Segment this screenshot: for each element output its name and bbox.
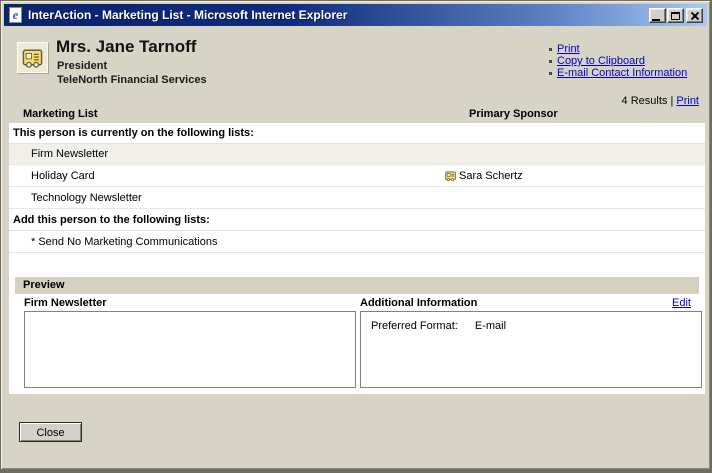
- primary-sponsor-name: Sara Schertz: [459, 170, 523, 182]
- contact-job-title: President: [57, 60, 108, 72]
- close-button[interactable]: Close: [19, 422, 82, 442]
- list-row-firm-newsletter[interactable]: Firm Newsletter: [9, 144, 705, 165]
- section-header-current-lists: This person is currently on the followin…: [9, 123, 705, 144]
- preview-content-box: [24, 311, 356, 388]
- ie-icon: e: [8, 7, 24, 23]
- edit-link[interactable]: Edit: [672, 297, 691, 309]
- marketing-list-name: Firm Newsletter: [31, 148, 109, 160]
- contact-company: TeleNorth Financial Services: [57, 74, 207, 86]
- results-count: 4 Results: [621, 95, 668, 107]
- quick-link-row: Print: [549, 43, 687, 55]
- marketing-list-name: Technology Newsletter: [31, 192, 142, 204]
- quick-link-row: E-mail Contact Information: [549, 67, 687, 79]
- contact-name: Mrs. Jane Tarnoff: [56, 37, 197, 56]
- preferred-format-value: E-mail: [474, 320, 507, 332]
- minimize-icon: [651, 18, 660, 21]
- bullet-icon: [549, 59, 552, 63]
- preferred-format-label: Preferred Format:: [371, 320, 458, 332]
- marketing-list-name: * Send No Marketing Communications: [31, 236, 218, 248]
- marketing-list-panel: This person is currently on the followin…: [9, 123, 705, 394]
- copy-to-clipboard-link[interactable]: Copy to Clipboard: [557, 55, 645, 67]
- close-icon: [690, 11, 699, 20]
- ie-window: e InterAction - Marketing List - Microso…: [0, 0, 712, 473]
- email-contact-information-link[interactable]: E-mail Contact Information: [557, 67, 687, 79]
- quick-link-row: Copy to Clipboard: [549, 55, 687, 67]
- additional-information-box: Preferred Format: E-mail: [360, 311, 702, 388]
- list-row-technology-newsletter[interactable]: Technology Newsletter: [9, 188, 705, 209]
- minimize-button[interactable]: [649, 8, 666, 23]
- window-titlebar[interactable]: e InterAction - Marketing List - Microso…: [4, 4, 707, 26]
- contact-card-icon: [444, 169, 457, 183]
- maximize-icon: [671, 11, 680, 20]
- window-title: InterAction - Marketing List - Microsoft…: [28, 8, 348, 22]
- preview-title: Preview: [23, 279, 65, 291]
- results-separator: |: [670, 95, 674, 107]
- marketing-list-name: Holiday Card: [31, 170, 95, 182]
- print-link[interactable]: Print: [557, 43, 580, 55]
- list-row-holiday-card[interactable]: Holiday Card Sara Schertz: [9, 166, 705, 187]
- contact-card-icon: [17, 42, 48, 73]
- list-row-send-no-marketing[interactable]: * Send No Marketing Communications: [9, 232, 705, 253]
- preview-left-label: Firm Newsletter: [24, 297, 107, 309]
- additional-information-label: Additional Information: [360, 297, 478, 309]
- maximize-button[interactable]: [667, 8, 684, 23]
- primary-sponsor-cell: Sara Schertz: [444, 169, 523, 183]
- column-header-marketing-list: Marketing List: [23, 108, 98, 120]
- results-print-link[interactable]: Print: [676, 95, 699, 107]
- preview-header-bar: Preview: [15, 277, 699, 294]
- bullet-icon: [549, 47, 552, 51]
- bullet-icon: [549, 71, 552, 75]
- results-line: 4 Results | Print: [622, 95, 699, 107]
- section-header-add-lists: Add this person to the following lists:: [9, 210, 705, 231]
- quick-links: Print Copy to Clipboard E-mail Contact I…: [549, 43, 687, 79]
- svg-text:e: e: [13, 7, 19, 22]
- column-header-primary-sponsor: Primary Sponsor: [469, 108, 558, 120]
- window-close-button[interactable]: [686, 8, 703, 23]
